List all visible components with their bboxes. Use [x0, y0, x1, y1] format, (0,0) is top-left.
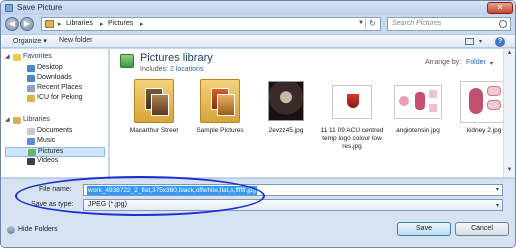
view-options-dropdown-icon[interactable]: ▾: [479, 38, 482, 45]
address-bar[interactable]: ▸ Libraries ▸ Pictures ▸ ▼ ↻: [41, 17, 381, 31]
file-name-dropdown-icon[interactable]: ▾: [496, 186, 499, 193]
change-view-icon[interactable]: [465, 38, 474, 45]
close-button[interactable]: ✕: [487, 2, 513, 14]
pictures-icon: [28, 149, 36, 156]
breadcrumb-separator-icon[interactable]: ▸: [100, 20, 104, 28]
library-includes: Includes: 2 locations: [140, 66, 204, 73]
organize-menu[interactable]: Organize ▾: [13, 37, 47, 45]
diagram-shape: [415, 92, 425, 110]
library-folder-icon: [45, 20, 54, 28]
folder-preview-image: [217, 94, 235, 116]
arrange-by-dropdown-icon[interactable]: ▾: [490, 60, 493, 67]
list-item-image-acu-logo[interactable]: 11 11 09 ACU centred temp logo colour lo…: [320, 79, 384, 175]
title-bar: Save Picture ✕: [1, 1, 515, 15]
search-placeholder: Search Pictures: [392, 20, 442, 27]
pictures-library-icon: [120, 54, 134, 68]
save-form: File name: work_4938722_2_flat,375x360,b…: [1, 176, 515, 247]
collapse-arrow-icon[interactable]: ◢: [5, 116, 10, 123]
folder-icon: [200, 79, 240, 123]
breadcrumb-separator-icon[interactable]: ▸: [58, 20, 62, 28]
item-label: 2evzz45.jpg: [268, 127, 304, 134]
videos-icon: [27, 158, 35, 165]
save-picture-dialog: Save Picture ✕ ◀ ▶ ▸ Libraries ▸ Picture…: [0, 0, 516, 248]
new-folder-button[interactable]: New folder: [59, 37, 92, 44]
image-thumbnail: [268, 81, 304, 121]
list-item-folder-sample-pictures[interactable]: Sample Pictures: [188, 79, 252, 175]
sidebar-item-recent-places[interactable]: Recent Places: [5, 84, 105, 94]
forward-button[interactable]: ▶: [20, 17, 34, 31]
image-thumbnail: [394, 85, 442, 119]
list-item-folder-macarthur-street[interactable]: Macarthur Street: [122, 79, 186, 175]
list-item-image-angiotensin[interactable]: angiotensin.jpg: [386, 79, 450, 175]
star-icon: [13, 54, 21, 61]
annotation-ellipse: [15, 176, 265, 216]
back-button[interactable]: ◀: [5, 17, 19, 31]
navigation-pane: ◢ Favorites Desktop Downloads Recent Pla…: [1, 49, 109, 177]
file-list-pane: Pictures library Includes: 2 locations A…: [110, 49, 504, 177]
scroll-down-arrow-icon[interactable]: ▼: [505, 167, 514, 176]
image-thumbnail: [332, 85, 372, 119]
sidebar-item-downloads[interactable]: Downloads: [5, 74, 105, 84]
recent-places-icon: [27, 85, 35, 92]
arrange-by-label: Arrange by:: [425, 59, 462, 66]
image-thumbnail: [460, 81, 504, 123]
sidebar-item-libraries[interactable]: ◢ Libraries: [5, 116, 105, 126]
sidebar-item-videos[interactable]: Videos: [5, 157, 105, 167]
command-toolbar: Organize ▾ New folder ▾ ?: [1, 34, 515, 48]
save-as-type-dropdown-icon[interactable]: ▾: [496, 202, 499, 209]
item-label: 11 11 09 ACU centred temp logo colour lo…: [320, 127, 384, 150]
library-title: Pictures library: [140, 52, 213, 64]
item-label: angiotensin.jpg: [396, 127, 440, 134]
sidebar-item-desktop[interactable]: Desktop: [5, 64, 105, 74]
diagram-shape: [487, 100, 501, 110]
app-icon: [5, 4, 13, 12]
window-title: Save Picture: [17, 3, 63, 12]
downloads-icon: [27, 75, 35, 82]
locations-link[interactable]: 2 locations: [170, 66, 203, 73]
sidebar-item-music[interactable]: Music: [5, 137, 105, 147]
music-icon: [27, 138, 35, 145]
breadcrumb-separator-icon[interactable]: ▸: [140, 20, 144, 28]
breadcrumb-pictures[interactable]: Pictures: [108, 20, 133, 27]
folder-preview-image: [151, 94, 169, 116]
item-label: Macarthur Street: [129, 127, 179, 134]
sidebar-item-pictures[interactable]: Pictures: [5, 147, 105, 157]
save-button[interactable]: Save: [397, 222, 451, 236]
list-item-image-2evzz45[interactable]: 2evzz45.jpg: [254, 79, 318, 175]
collapse-up-icon: [7, 226, 15, 234]
diagram-shape: [429, 90, 437, 98]
diagram-shape: [429, 104, 437, 112]
collapse-arrow-icon[interactable]: ◢: [5, 53, 10, 60]
libraries-icon: [13, 117, 21, 124]
close-icon: ✕: [496, 3, 504, 12]
arrange-by-select[interactable]: Folder: [466, 59, 486, 66]
sidebar-item-favorites[interactable]: ◢ Favorites: [5, 53, 105, 63]
back-arrow-icon: ◀: [8, 19, 16, 28]
breadcrumb-libraries[interactable]: Libraries: [66, 20, 93, 27]
documents-icon: [27, 128, 35, 135]
logo-shield-icon: [347, 94, 359, 108]
help-icon[interactable]: ?: [495, 37, 505, 47]
sidebar-item-icu-for-peking[interactable]: ICU for Peking: [5, 94, 105, 104]
refresh-button[interactable]: ↻: [365, 18, 379, 30]
forward-arrow-icon: ▶: [23, 19, 31, 28]
scroll-up-arrow-icon[interactable]: ▲: [505, 50, 514, 59]
folder-icon: [27, 95, 35, 102]
item-label: Sample Pictures: [196, 127, 244, 134]
desktop-icon: [27, 65, 35, 72]
diagram-shape: [487, 86, 501, 96]
cancel-button[interactable]: Cancel: [455, 222, 509, 236]
folder-icon: [134, 79, 174, 123]
diagram-shape: [399, 96, 409, 106]
sidebar-item-documents[interactable]: Documents: [5, 127, 105, 137]
vertical-scrollbar[interactable]: ▲ ▼: [503, 49, 515, 177]
search-icon: [499, 20, 507, 28]
address-dropdown-icon[interactable]: ▼: [358, 20, 364, 26]
search-input[interactable]: Search Pictures: [387, 17, 511, 31]
diagram-shape: [469, 88, 483, 114]
refresh-icon: ↻: [369, 19, 376, 28]
